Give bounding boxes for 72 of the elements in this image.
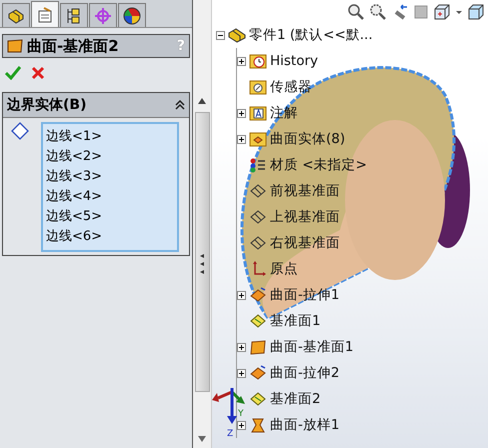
tree-item[interactable]: 材质 <未指定> [270, 156, 367, 174]
plane-icon [249, 235, 267, 251]
loft-icon [249, 417, 267, 433]
expand-toggle[interactable] [237, 368, 246, 378]
tree-item[interactable]: 右视基准面 [270, 234, 340, 252]
list-item[interactable]: 边线<2> [46, 147, 174, 167]
list-item[interactable]: 边线<6> [46, 227, 174, 247]
list-item[interactable]: 边线<3> [46, 167, 174, 187]
zoom-to-fit-icon[interactable] [348, 4, 364, 20]
expand-toggle[interactable] [237, 342, 246, 352]
planar-surface-icon [7, 39, 23, 53]
annotation-folder-icon [249, 105, 267, 121]
color-ball-icon [123, 6, 141, 24]
collapse-chevron-icon[interactable] [175, 100, 185, 110]
expand-toggle[interactable] [237, 108, 246, 118]
tree-item[interactable]: 曲面-拉伸2 [270, 364, 340, 382]
scroll-up-arrow-icon[interactable] [198, 98, 206, 104]
panel-tab[interactable] [118, 3, 146, 27]
ok-check-icon[interactable] [5, 66, 21, 80]
part-icon [228, 27, 246, 43]
list-item[interactable]: 边线<1> [46, 127, 174, 147]
surface-extrude-icon [249, 365, 267, 381]
expand-toggle[interactable] [237, 290, 246, 300]
surface-extrude-icon [249, 287, 267, 303]
tree-item[interactable]: 原点 [270, 260, 298, 278]
tree-item[interactable]: 曲面-放样1 [270, 416, 340, 434]
property-sheet-icon [36, 6, 54, 24]
tree-item[interactable]: 曲面-基准面1 [270, 338, 354, 356]
panel-tab[interactable] [2, 3, 30, 27]
diamond-icon [11, 122, 29, 140]
selection-list[interactable]: 边线<1> 边线<2> 边线<3> 边线<4> 边线<5> 边线<6> [41, 122, 179, 252]
planar-surface-icon [249, 339, 267, 355]
plane-icon [249, 209, 267, 225]
scroll-down-arrow-icon[interactable] [198, 436, 206, 442]
panel-tab[interactable] [60, 3, 88, 27]
splitter-grip-icon[interactable] [199, 252, 205, 276]
tree-item[interactable]: 基准面2 [270, 390, 321, 408]
section-view-icon[interactable] [414, 4, 428, 20]
cancel-x-icon[interactable] [31, 66, 45, 80]
tree-item[interactable]: 曲面-拉伸1 [270, 286, 340, 304]
zoom-area-icon[interactable] [370, 4, 386, 20]
view-cube-icon[interactable] [434, 4, 450, 20]
tree-item[interactable]: 上视基准面 [270, 208, 340, 226]
expand-toggle[interactable] [237, 56, 246, 66]
tree-item[interactable]: 基准面1 [270, 312, 321, 330]
axis-triad-drawing: Y Z [212, 382, 248, 442]
previous-view-icon[interactable] [392, 4, 408, 20]
clock-folder-icon [249, 53, 267, 69]
list-item[interactable]: 边线<4> [46, 187, 174, 207]
list-item[interactable]: 边线<5> [46, 207, 174, 227]
material-icon [249, 157, 267, 173]
display-style-cube-icon[interactable] [468, 4, 484, 20]
section-header[interactable]: 边界实体(B) [3, 93, 189, 118]
panel-tab[interactable] [31, 1, 59, 27]
sensor-folder-icon [249, 79, 267, 95]
tree-item[interactable]: 前视基准面 [270, 182, 340, 200]
section-title: 边界实体(B) [7, 96, 88, 114]
reference-plane-icon [249, 391, 267, 407]
tree-item[interactable]: History [270, 53, 318, 69]
plane-icon [249, 183, 267, 199]
target-icon [94, 6, 112, 24]
expand-toggle[interactable] [237, 420, 246, 430]
expand-toggle[interactable] [237, 134, 246, 144]
reference-plane-icon [249, 313, 267, 329]
tree-item[interactable]: 曲面实体(8) [270, 130, 346, 148]
tree-item[interactable]: 零件1 (默认<<默... [249, 26, 373, 44]
expand-toggle[interactable] [216, 30, 225, 40]
part-icon [7, 6, 25, 24]
surface-folder-icon [249, 131, 267, 147]
feature-title: 曲面-基准面2 [27, 36, 120, 56]
scrollbar[interactable] [193, 0, 212, 448]
scroll-thumb[interactable] [194, 112, 210, 392]
